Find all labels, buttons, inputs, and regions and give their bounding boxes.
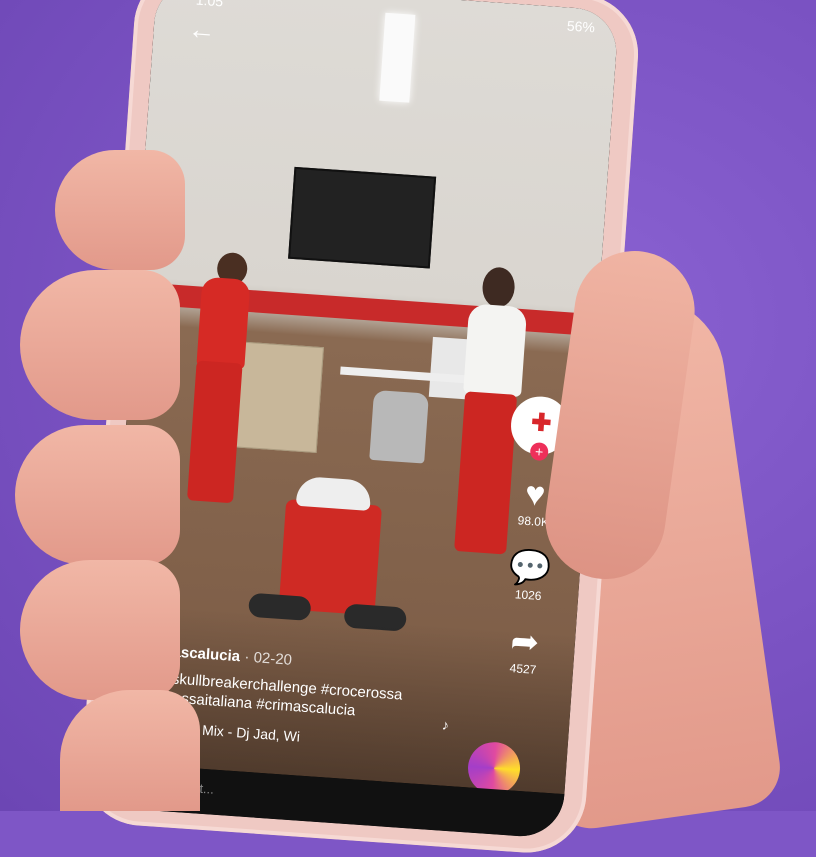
ceiling-light (379, 12, 416, 103)
finger-2 (20, 270, 180, 420)
status-battery: 56% (566, 17, 596, 36)
paramedic-lying (247, 473, 408, 633)
floating-note-icon: ♪ (441, 716, 450, 733)
wall-tv (288, 166, 437, 269)
red-cross-icon: ✚ (530, 408, 553, 438)
comment-count: 1026 (514, 587, 542, 604)
office-chair (369, 389, 429, 464)
finger-5 (60, 690, 200, 811)
comment-icon[interactable]: 💬 (494, 548, 566, 589)
follow-plus-icon[interactable]: + (529, 441, 549, 462)
share-icon[interactable]: ➦ (489, 622, 561, 663)
finger-3 (15, 425, 180, 565)
back-arrow-icon[interactable]: ← (187, 13, 217, 46)
finger-1 (55, 150, 185, 270)
post-date: · 02-20 (243, 648, 293, 669)
finger-4 (20, 560, 180, 700)
